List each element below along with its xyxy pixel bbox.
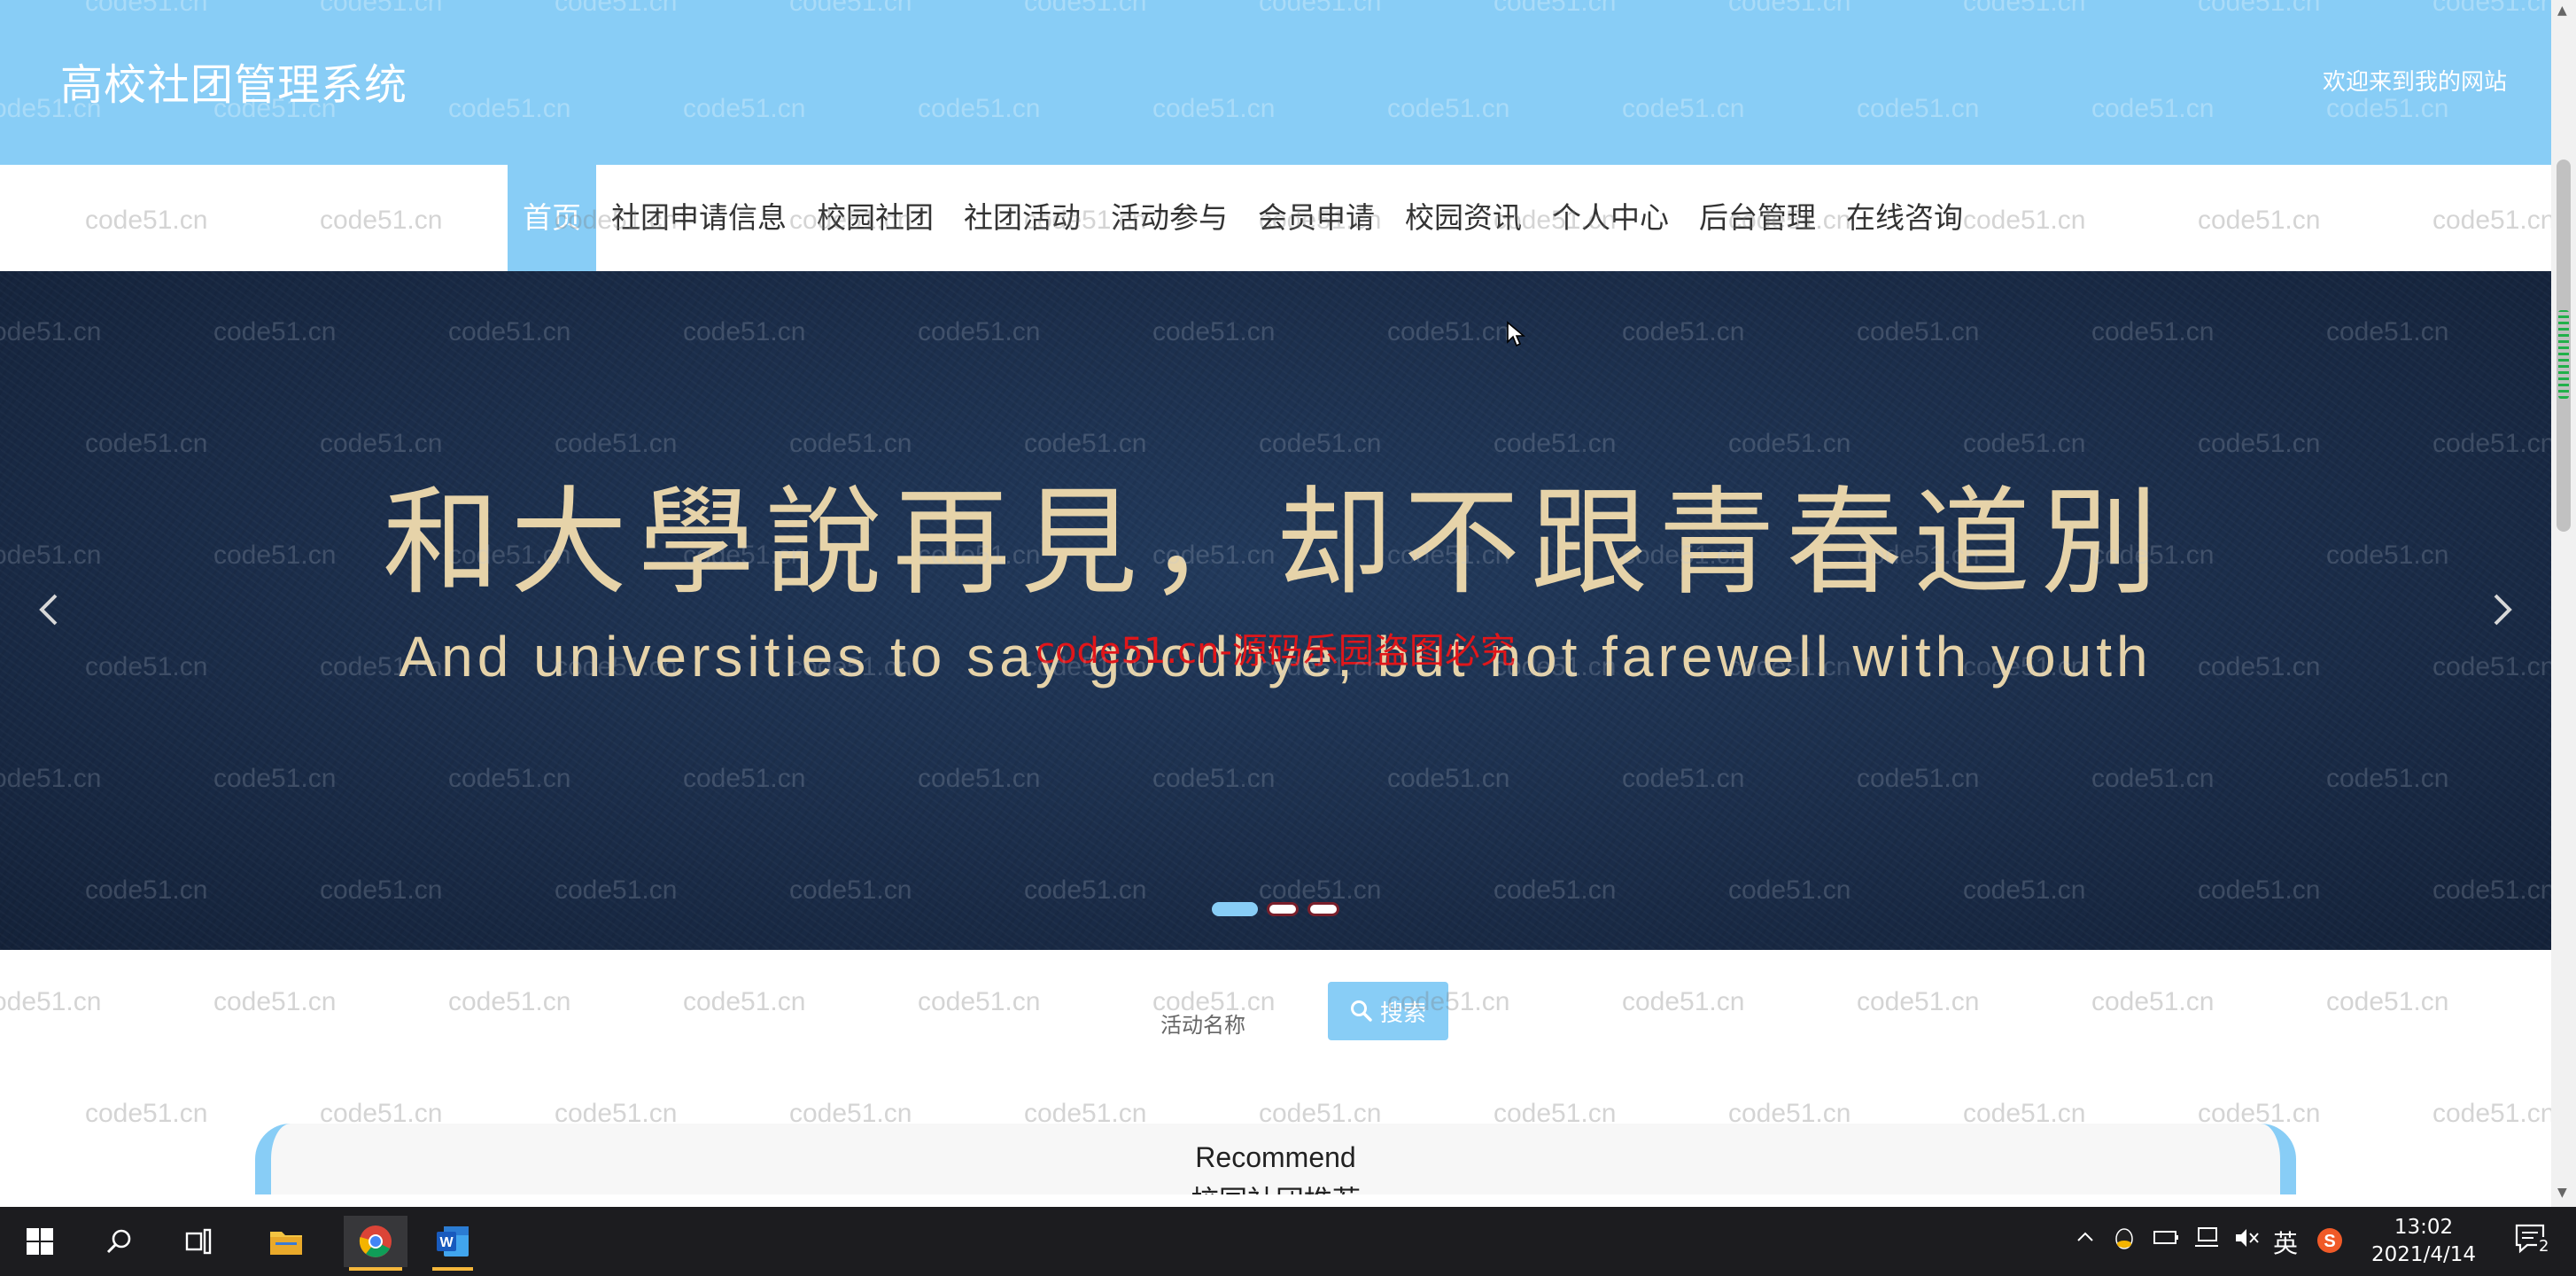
task-view-icon	[185, 1228, 212, 1255]
site-title[interactable]: 高校社团管理系统	[60, 50, 407, 112]
qq-tray-icon[interactable]	[2112, 1226, 2137, 1257]
search-icon	[1350, 1000, 1372, 1022]
notification-count-badge: 2	[2537, 1237, 2551, 1256]
nav-list: 首页 社团申请信息 校园社团 社团活动 活动参与 会员申请 校园资讯 个人中心 …	[508, 165, 1978, 271]
chrome-taskbar-button[interactable]	[344, 1216, 407, 1271]
clock-time: 13:02	[2394, 1216, 2454, 1239]
network-icon[interactable]	[2193, 1226, 2220, 1256]
file-explorer-button[interactable]	[260, 1216, 312, 1267]
windows-taskbar: W 英 S 13:02 2021/4/14 2	[0, 1207, 2576, 1276]
carousel-next-button[interactable]	[2480, 587, 2525, 640]
chrome-icon	[359, 1225, 392, 1257]
recommend-title-en: Recommend	[1195, 1141, 1356, 1173]
carousel-dot-3[interactable]	[1307, 902, 1339, 916]
nav-item-campus-clubs[interactable]: 校园社团	[802, 165, 949, 271]
chevron-left-icon	[39, 594, 58, 626]
banner-carousel[interactable]: 和大學說再見，却不跟青春道別 And universities to say g…	[0, 271, 2551, 950]
banner-overlay-watermark: code51.cn-源码乐园盗图必究	[1036, 631, 1516, 672]
show-hidden-icons-icon[interactable]	[2075, 1226, 2096, 1254]
battery-icon[interactable]	[2153, 1226, 2179, 1254]
activity-name-input[interactable]	[1160, 994, 1311, 1056]
windows-start-icon	[27, 1228, 53, 1255]
notification-center-icon[interactable]: 2	[2514, 1223, 2551, 1261]
page-scrollbar[interactable]: ▲ ▼	[2551, 0, 2576, 1207]
search-icon	[106, 1229, 131, 1254]
clock-date: 2021/4/14	[2371, 1243, 2476, 1266]
nav-item-personal-center[interactable]: 个人中心	[1537, 165, 1684, 271]
carousel-indicators	[0, 902, 2551, 916]
nav-item-club-applications[interactable]: 社团申请信息	[596, 165, 802, 271]
word-active-indicator	[432, 1267, 473, 1271]
svg-text:S: S	[2324, 1232, 2335, 1251]
sogou-ime-icon[interactable]: S	[2316, 1226, 2344, 1261]
scrollbar-grip	[2558, 310, 2569, 399]
search-section: 搜索	[0, 950, 2551, 1118]
nav-item-club-activities[interactable]: 社团活动	[949, 165, 1096, 271]
search-button[interactable]: 搜索	[1328, 982, 1448, 1040]
main-nav: 首页 社团申请信息 校园社团 社团活动 活动参与 会员申请 校园资讯 个人中心 …	[0, 165, 2551, 271]
site-header: 高校社团管理系统 欢迎来到我的网站	[0, 0, 2551, 165]
carousel-dot-1[interactable]	[1212, 902, 1258, 916]
scrollbar-thumb[interactable]	[2557, 160, 2571, 532]
banner-headline-cn: 和大學說再見，却不跟青春道別	[383, 475, 2169, 611]
chevron-right-icon	[2494, 594, 2512, 626]
nav-item-campus-news[interactable]: 校园资讯	[1390, 165, 1537, 271]
windows-start-button[interactable]	[14, 1216, 66, 1267]
nav-item-membership-application[interactable]: 会员申请	[1243, 165, 1390, 271]
carousel-prev-button[interactable]	[27, 587, 71, 640]
nav-item-activity-participation[interactable]: 活动参与	[1096, 165, 1243, 271]
carousel-dot-2[interactable]	[1267, 902, 1299, 916]
svg-text:W: W	[439, 1235, 454, 1250]
nav-item-admin[interactable]: 后台管理	[1684, 165, 1831, 271]
nav-item-online-consult[interactable]: 在线咨询	[1831, 165, 1978, 271]
word-icon: W	[437, 1226, 469, 1257]
ime-indicator[interactable]: 英	[2273, 1225, 2298, 1260]
scroll-down-arrow-icon[interactable]: ▼	[2557, 1186, 2567, 1200]
search-button-label: 搜索	[1379, 1000, 1426, 1027]
scroll-up-arrow-icon[interactable]: ▲	[2557, 4, 2567, 18]
mouse-cursor-icon	[1507, 321, 1525, 347]
word-taskbar-button[interactable]: W	[427, 1216, 478, 1271]
nav-item-home[interactable]: 首页	[508, 165, 596, 271]
file-explorer-icon	[270, 1232, 302, 1255]
system-clock[interactable]: 13:02 2021/4/14	[2362, 1214, 2486, 1269]
recommend-title-cn: 校园社团推荐	[271, 1179, 2280, 1194]
task-view-button[interactable]	[174, 1216, 225, 1267]
recommend-section: Recommend 校园社团推荐	[255, 1124, 2296, 1194]
taskbar-search-button[interactable]	[94, 1216, 145, 1267]
volume-muted-icon[interactable]	[2234, 1226, 2261, 1256]
welcome-text: 欢迎来到我的网站	[2322, 69, 2507, 96]
chrome-active-indicator	[349, 1267, 402, 1271]
